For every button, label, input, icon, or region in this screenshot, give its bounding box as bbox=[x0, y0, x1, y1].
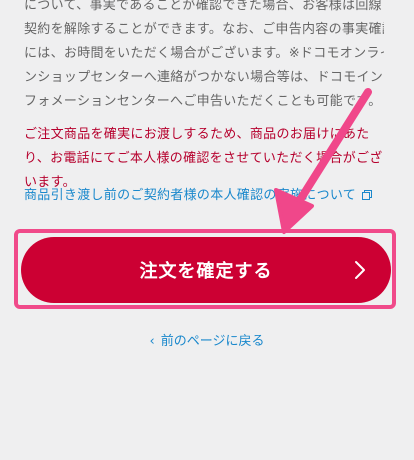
notice-line: 契約を解除することができます。なお、ご申告内容の事実確認 bbox=[24, 22, 384, 37]
identity-check-link-label: 商品引き渡し前のご契約者様の本人確認の実施について bbox=[24, 188, 357, 203]
chevron-left-icon: ‹ bbox=[149, 334, 155, 349]
confirm-order-button[interactable]: 注文を確定する bbox=[21, 237, 391, 303]
identity-check-link[interactable]: 商品引き渡し前のご契約者様の本人確認の実施について bbox=[24, 184, 384, 208]
delivery-notice-line: り、お電話にてご本人様の確認をさせていただく場合がござ bbox=[24, 151, 383, 166]
back-link-label: 前のページに戻る bbox=[160, 334, 265, 349]
notice-line: フォメーションセンターへご申告いただくことも可能です。 bbox=[24, 94, 382, 109]
chevron-right-icon bbox=[355, 261, 365, 279]
cancellation-notice: について、事実であることが確認できた場合、お客様は回線 契約を解除することができ… bbox=[24, 0, 384, 114]
notice-line: について、事実であることが確認できた場合、お客様は回線 bbox=[24, 0, 382, 13]
back-to-previous-page-link[interactable]: ‹ 前のページに戻る bbox=[0, 332, 414, 352]
external-window-icon bbox=[362, 190, 373, 200]
notice-line: には、お時間をいただく場合がございます。※ドコモオンライ bbox=[24, 46, 384, 61]
notice-line: ンショップセンターへ連絡がつかない場合等は、ドコモイン bbox=[24, 70, 384, 85]
confirm-order-label: 注文を確定する bbox=[139, 261, 273, 282]
delivery-notice-line: ご注文商品を確実にお渡しするため、商品のお届けにあた bbox=[24, 127, 370, 142]
order-confirm-page: について、事実であることが確認できた場合、お客様は回線 契約を解除することができ… bbox=[0, 0, 414, 460]
